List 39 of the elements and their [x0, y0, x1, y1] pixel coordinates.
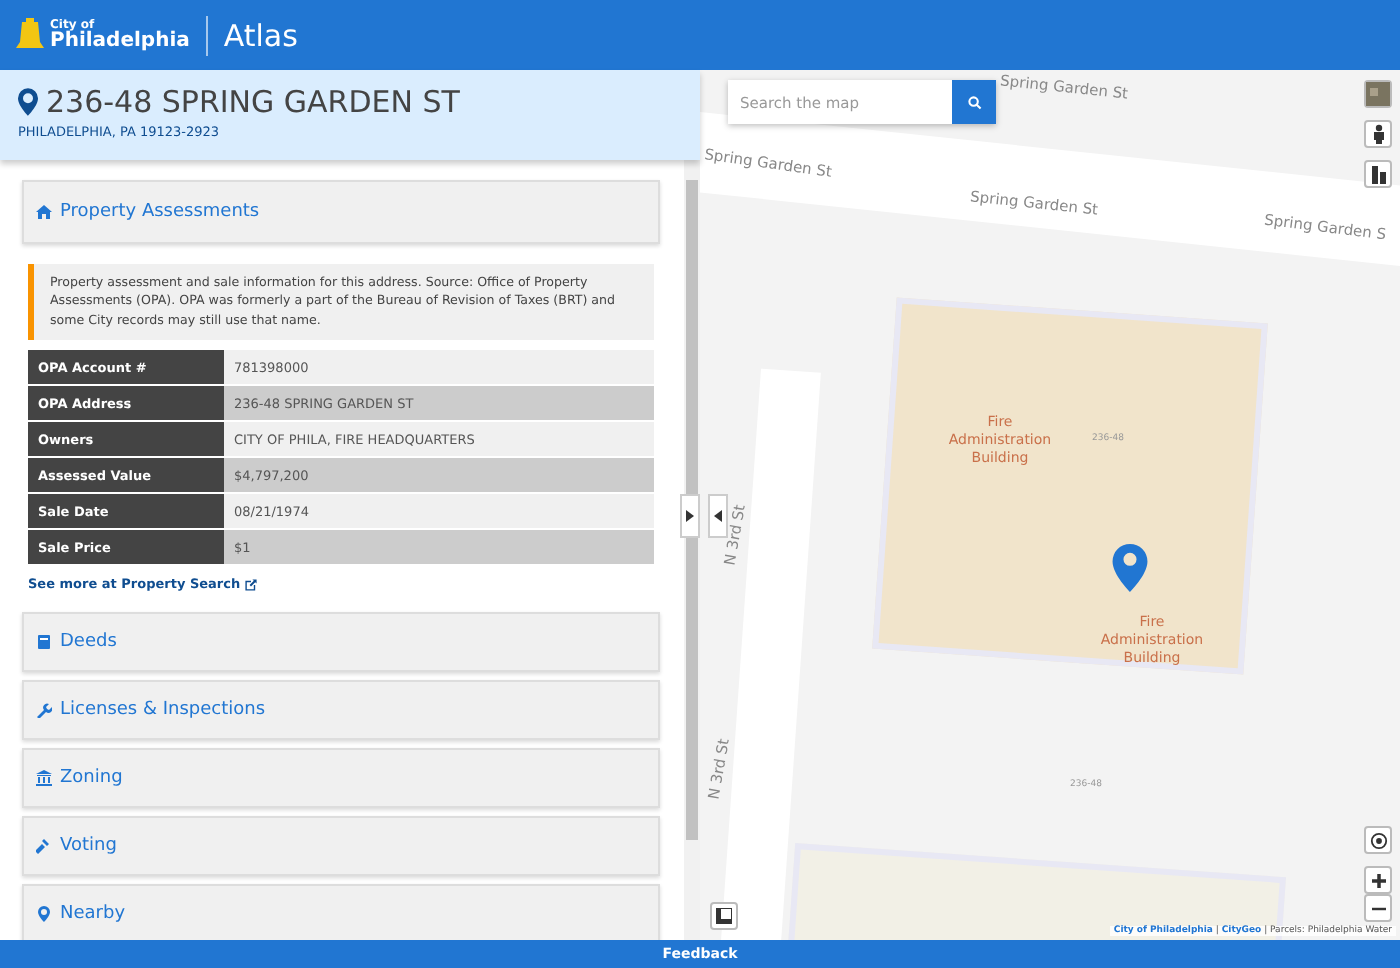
- triangle-right-icon: [686, 510, 694, 522]
- plus-icon: [1371, 873, 1385, 887]
- search-button[interactable]: [952, 80, 996, 124]
- bell-logo-icon: [16, 17, 44, 53]
- house-icon: [36, 204, 52, 220]
- aerial-thumbnail-icon: [1366, 82, 1390, 106]
- topic-header[interactable]: Licenses & Inspections: [22, 680, 660, 741]
- book-icon: [36, 634, 52, 651]
- basemap-button[interactable]: [710, 902, 738, 930]
- building-icon: [1369, 164, 1387, 184]
- gavel-icon: [36, 838, 52, 855]
- collapse-panel-button[interactable]: [680, 494, 700, 538]
- target-icon: [1369, 831, 1387, 849]
- topic-header[interactable]: Property Assessments: [22, 180, 660, 244]
- zoom-out-button[interactable]: [1364, 894, 1392, 922]
- external-link-icon: [244, 577, 259, 592]
- topic-header[interactable]: Nearby: [22, 884, 660, 940]
- search-icon: [967, 95, 981, 109]
- logo-text: Philadelphia: [50, 31, 190, 51]
- topic-header[interactable]: Deeds: [22, 612, 660, 673]
- topic-header[interactable]: Zoning: [22, 748, 660, 809]
- expand-map-button[interactable]: [708, 494, 728, 538]
- street-view-button[interactable]: [1364, 120, 1392, 148]
- locate-button[interactable]: [1364, 826, 1392, 854]
- person-icon: [1369, 124, 1387, 144]
- address-title: 236-48 SPRING GARDEN ST: [46, 84, 460, 120]
- map-marker-icon: [36, 906, 52, 923]
- app-title: Atlas: [223, 17, 298, 53]
- buildings-button[interactable]: [1364, 160, 1392, 188]
- imagery-toggle-button[interactable]: [1364, 80, 1392, 108]
- square-icon: [716, 908, 732, 924]
- building-columns-icon: [36, 770, 52, 787]
- zoom-in-button[interactable]: [1364, 866, 1392, 894]
- scrollbar[interactable]: [684, 160, 700, 940]
- topic-header[interactable]: Voting: [22, 816, 660, 877]
- triangle-left-icon: [714, 510, 722, 522]
- map-marker-icon: [18, 88, 38, 116]
- map-marker-icon: [1112, 544, 1148, 592]
- wrench-icon: [36, 702, 52, 719]
